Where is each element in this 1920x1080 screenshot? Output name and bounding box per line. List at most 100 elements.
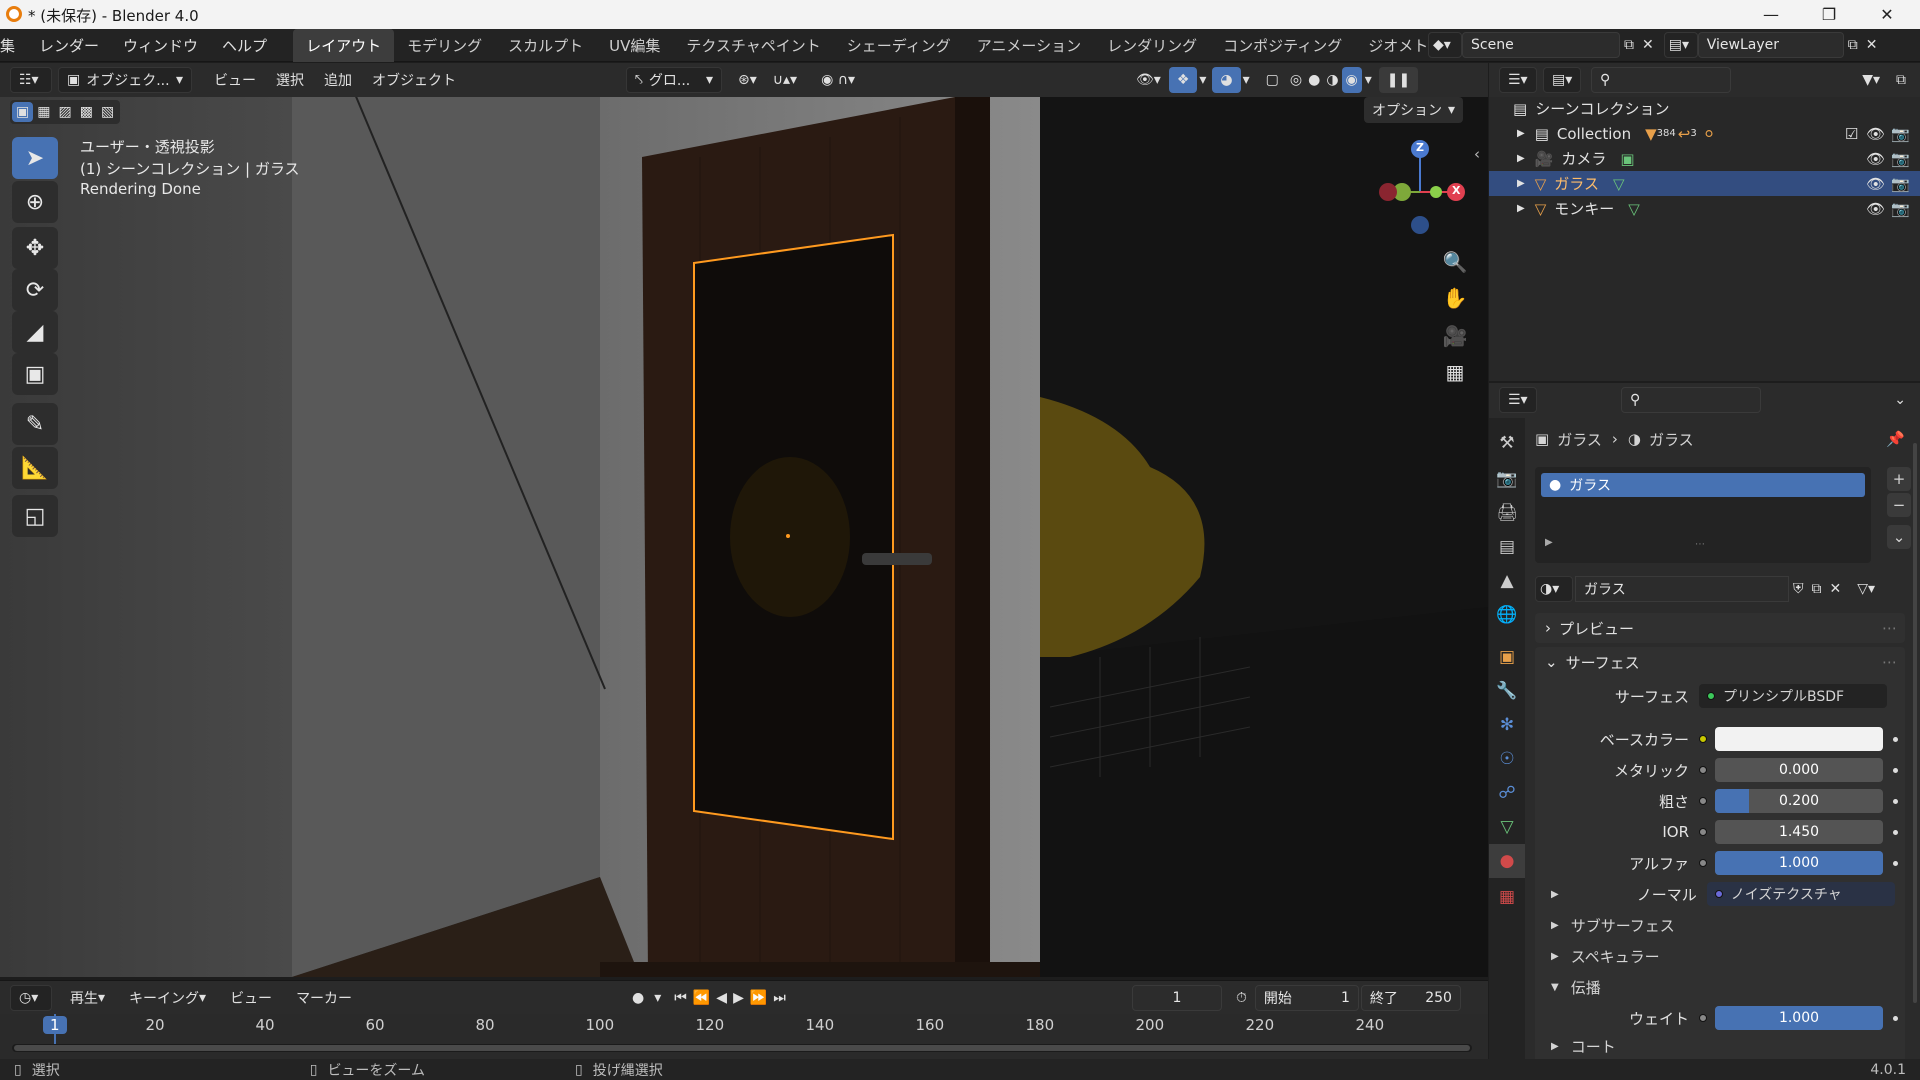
gizmo-dropdown-icon[interactable]: ▾ <box>1197 67 1208 93</box>
viewlayer-name-field[interactable]: ViewLayer <box>1697 32 1844 58</box>
select-subtract-icon[interactable]: ▨ <box>54 102 75 122</box>
wireframe-shading-icon[interactable]: ◎ <box>1287 67 1305 93</box>
minimize-button[interactable]: — <box>1742 0 1800 29</box>
fake-user-icon[interactable]: ⛨ <box>1789 576 1808 602</box>
menu-item[interactable]: ウィンドウ <box>111 29 210 62</box>
keyframe-dot-icon[interactable] <box>1893 767 1898 773</box>
menu-item[interactable]: 集 <box>0 29 27 62</box>
exclude-checkbox-icon[interactable]: ☑ <box>1845 125 1858 143</box>
select-intersect-icon[interactable]: ▧ <box>97 102 118 122</box>
cursor-tool[interactable]: ⊕ <box>12 181 58 223</box>
select-invert-icon[interactable]: ▩ <box>76 102 97 122</box>
record-keyframe-icon[interactable]: ● <box>624 985 652 1011</box>
add-cube-tool[interactable]: ◱ <box>12 495 58 537</box>
menu-item[interactable]: レンダー <box>27 29 111 62</box>
jump-end-icon[interactable]: ⏭ <box>770 985 789 1011</box>
alpha-slider[interactable]: 1.000 <box>1715 851 1883 875</box>
roughness-slider[interactable]: 0.200 <box>1715 789 1883 813</box>
weight-slider[interactable]: 1.000 <box>1715 1006 1883 1030</box>
delete-viewlayer-icon[interactable]: ✕ <box>1862 32 1882 58</box>
constraints-tab-icon[interactable]: ☍ <box>1489 776 1525 810</box>
preview-panel-header[interactable]: › プレビュー ⋯ <box>1535 613 1905 643</box>
eye-icon[interactable]: 👁 <box>1866 125 1885 143</box>
workspace-tab[interactable]: アニメーション <box>964 29 1094 62</box>
next-keyframe-icon[interactable]: ⏩ <box>747 985 770 1011</box>
base-color-swatch[interactable] <box>1715 727 1883 751</box>
add-slot-button[interactable]: + <box>1887 467 1911 491</box>
rotate-tool[interactable]: ⟳ <box>12 269 58 311</box>
camera-render-icon[interactable]: 📷 <box>1891 125 1910 143</box>
xray-icon[interactable]: ▢ <box>1258 67 1287 93</box>
timeline-editor-icon[interactable]: ◷▾ <box>10 984 52 1011</box>
material-name-field[interactable]: ガラス <box>1575 576 1789 602</box>
workspace-tab[interactable]: モデリング <box>394 29 495 62</box>
workspace-tab[interactable]: UV編集 <box>596 29 673 62</box>
modifier-tab-icon[interactable]: 🔧 <box>1489 674 1525 708</box>
measure-tool[interactable]: 📐 <box>12 447 58 489</box>
current-frame-field[interactable]: 1 <box>1132 985 1222 1011</box>
camera-render-icon[interactable]: 📷 <box>1891 150 1910 168</box>
scene-selector-icon[interactable]: ◆▾ <box>1428 32 1462 58</box>
annotate-tool[interactable]: ✎ <box>12 403 58 445</box>
close-window-button[interactable]: ✕ <box>1858 0 1916 29</box>
transmission-row[interactable]: ▼ 伝播 <box>1535 972 1905 1002</box>
outliner-root-row[interactable]: ▤ シーンコレクション <box>1489 96 1920 121</box>
surface-panel-header[interactable]: ⌄ サーフェス ⋯ <box>1535 647 1905 677</box>
remove-slot-button[interactable]: − <box>1887 493 1911 517</box>
filter-icon[interactable]: ▼▾ <box>1854 67 1888 93</box>
pivot-point-icon[interactable]: ⊛▾ <box>730 67 765 93</box>
select-extend-icon[interactable]: ▦ <box>33 102 54 122</box>
timeline-menu-item[interactable]: 再生 ▾ <box>58 985 117 1011</box>
rendered-shading-icon[interactable]: ◉ <box>1341 67 1362 93</box>
duplicate-material-icon[interactable]: ⧉ <box>1808 576 1826 602</box>
editor-type-icon[interactable]: ☷▾ <box>10 67 52 93</box>
surface-shader-dropdown[interactable]: プリンシプルBSDF <box>1699 684 1887 708</box>
subsurface-row[interactable]: ▶ サブサーフェス <box>1535 910 1905 940</box>
snap-icon[interactable]: ∪▴▾ <box>765 67 805 93</box>
timeline-menu-item[interactable]: マーカー <box>284 985 364 1011</box>
stopwatch-icon[interactable]: ⏱ <box>1228 985 1255 1011</box>
object-tab-icon[interactable]: ▣ <box>1489 640 1525 674</box>
camera-render-icon[interactable]: 📷 <box>1891 175 1910 193</box>
tool-tab-icon[interactable]: ⚒ <box>1489 426 1525 460</box>
new-collection-icon[interactable]: ⧉ <box>1888 67 1914 93</box>
camera-view-icon[interactable]: 🎥 <box>1436 319 1474 353</box>
chevron-down-icon[interactable]: ⌄ <box>1886 387 1914 413</box>
normal-row[interactable]: ▶ ノーマル ノイズテクスチャ <box>1535 879 1905 909</box>
3d-viewport[interactable]: ▣ ▦ ▨ ▩ ▧ ➤ ⊕ ✥ ⟳ ◢ ▣ ✎ 📐 ◱ ユーザー・透視投影 (1… <box>0 97 1488 977</box>
slot-menu-icon[interactable]: ⌄ <box>1887 525 1911 549</box>
zoom-icon[interactable]: 🔍 <box>1436 245 1474 279</box>
timeline-menu-item[interactable]: キーイング ▾ <box>117 985 218 1011</box>
timeline-scrollbar[interactable] <box>12 1044 1472 1052</box>
overlay-toggle-icon[interactable]: ◕ <box>1212 67 1241 93</box>
outliner-editor-icon[interactable]: ☰▾ <box>1499 67 1537 93</box>
outliner-row-glass[interactable]: ▶ ▽ ガラス ▽ 👁 📷 <box>1489 171 1920 196</box>
viewport-menu-item[interactable]: オブジェクト <box>362 67 466 93</box>
shading-dropdown-icon[interactable]: ▾ <box>1362 67 1375 93</box>
visibility-icon[interactable]: 👁▾ <box>1128 67 1169 93</box>
transform-tool[interactable]: ▣ <box>12 353 58 395</box>
keyframe-dot-icon[interactable] <box>1893 829 1898 835</box>
play-reverse-icon[interactable]: ◀ <box>713 985 730 1011</box>
menu-item[interactable]: ヘルプ <box>210 29 279 62</box>
maximize-button[interactable]: ❐ <box>1800 0 1858 29</box>
pan-hand-icon[interactable]: ✋ <box>1436 281 1474 315</box>
keyframe-dot-icon[interactable] <box>1893 798 1898 804</box>
viewlayer-selector-icon[interactable]: ▤▾ <box>1663 32 1698 58</box>
viewport-menu-item[interactable]: ビュー <box>204 67 266 93</box>
move-tool[interactable]: ✥ <box>12 227 58 269</box>
view-layer-tab-icon[interactable]: ▤ <box>1489 530 1525 564</box>
properties-scrollbar[interactable] <box>1913 443 1917 1003</box>
workspace-tab[interactable]: テクスチャペイント <box>673 29 833 62</box>
new-scene-icon[interactable]: ⧉ <box>1620 32 1638 58</box>
perspective-grid-icon[interactable]: ▦ <box>1436 355 1474 389</box>
gizmo-toggle-icon[interactable]: ❖ <box>1168 67 1198 93</box>
material-tab-icon[interactable]: ● <box>1489 844 1525 878</box>
jump-start-icon[interactable]: ⏮ <box>671 985 690 1011</box>
timeline-menu-item[interactable]: ビュー <box>218 985 284 1011</box>
browse-material-icon[interactable]: ◑▾ <box>1535 576 1573 602</box>
eye-icon[interactable]: 👁 <box>1866 150 1885 168</box>
expand-icon[interactable]: ▶ <box>1545 537 1553 548</box>
transform-orientation-dropdown[interactable]: ⤣ グロ... ▾ <box>626 67 722 93</box>
options-dropdown[interactable]: オプション ▾ <box>1364 97 1464 123</box>
